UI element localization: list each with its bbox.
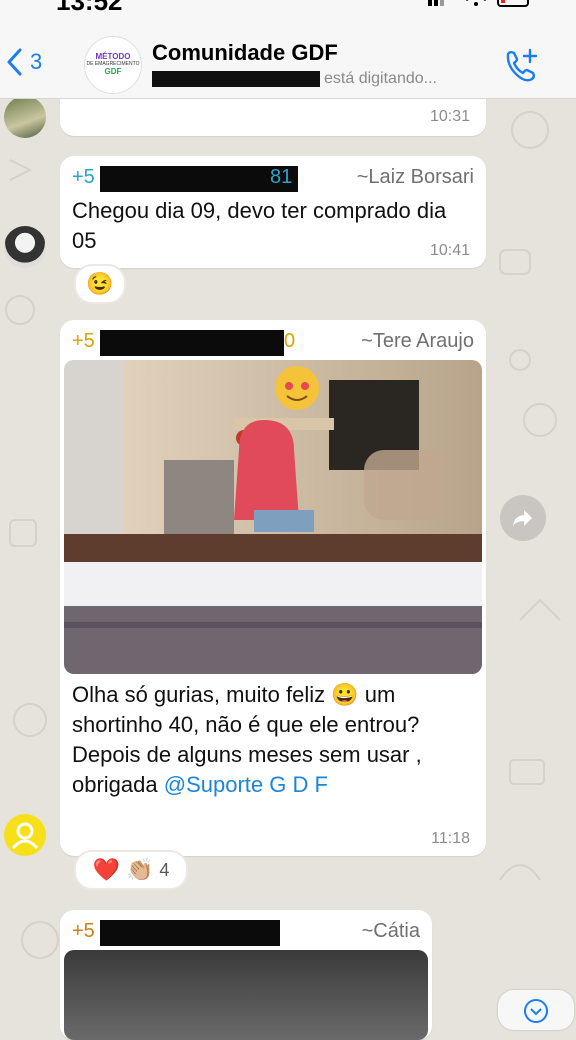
reaction-count: 4: [159, 859, 170, 880]
message-time: 10:41: [429, 242, 470, 259]
mention-link[interactable]: @Suporte G D F: [164, 772, 328, 797]
message-time: 10:31: [429, 108, 470, 125]
phone-plus-icon: [506, 48, 538, 82]
avatar-line-3: GDF: [104, 66, 122, 76]
status-icons: [428, 0, 529, 7]
chat-header: 3 MÉTODO DE EMAGRECIMENTO GDF Comunidade…: [0, 14, 576, 99]
photo-attachment[interactable]: [64, 950, 428, 1040]
redacted-phone: [100, 166, 298, 192]
photo-attachment[interactable]: [64, 360, 482, 674]
sender-avatar[interactable]: [4, 814, 46, 856]
sender-phone-prefix: +5: [72, 166, 95, 188]
reaction-badge[interactable]: ❤️ 👏🏼 4: [74, 850, 188, 890]
redacted-phone: [100, 920, 280, 946]
sender-avatar[interactable]: [4, 226, 46, 268]
redacted-phone: [100, 330, 284, 356]
sender-line: +5 81 ~Laiz Borsari: [72, 166, 474, 192]
wink-emoji-icon: 😉: [86, 271, 114, 296]
status-bar: 13:52: [0, 0, 576, 16]
sender-phone-prefix: +5: [72, 920, 95, 942]
sender-alias[interactable]: ~Tere Araujo: [361, 330, 474, 353]
forward-button[interactable]: [500, 495, 546, 541]
typing-status: está digitando...: [324, 70, 437, 87]
chevron-left-icon: [7, 48, 22, 76]
chevron-down-icon: [524, 999, 548, 1023]
message-text: Olha só gurias, muito feliz 😀 um shortin…: [72, 680, 470, 800]
forward-icon: [513, 510, 532, 526]
status-time: 13:52: [56, 0, 123, 16]
message-bubble[interactable]: +5 ~Cátia: [60, 910, 432, 1040]
sender-avatar[interactable]: [4, 96, 46, 138]
clap-emoji-icon: 👏🏼: [125, 857, 154, 882]
sender-phone-suffix: 81: [270, 166, 293, 188]
scroll-down-button[interactable]: [498, 990, 574, 1030]
chat-subtitle: está digitando...: [152, 70, 437, 88]
group-avatar[interactable]: MÉTODO DE EMAGRECIMENTO GDF: [84, 36, 142, 94]
redacted-name: [152, 70, 320, 87]
sender-line: +5 ~Cátia: [72, 920, 420, 946]
sender-line: +5 0 ~Tere Araujo: [72, 330, 474, 356]
heart-emoji-icon: ❤️: [92, 857, 120, 882]
message-text: Chegou dia 09, devo ter comprado dia 05: [72, 198, 447, 253]
reaction-badge[interactable]: 😉: [74, 264, 126, 304]
sender-phone-prefix: +5: [72, 330, 95, 352]
sender-alias[interactable]: ~Laiz Borsari: [357, 166, 474, 189]
chat-title[interactable]: Comunidade GDF: [152, 40, 338, 66]
unread-count: 3: [30, 49, 43, 74]
sender-phone-suffix: 0: [284, 330, 296, 352]
message-time: 11:18: [431, 830, 470, 847]
back-button[interactable]: 3: [6, 44, 56, 80]
user-icon: [11, 822, 39, 850]
sender-alias[interactable]: ~Cátia: [362, 920, 420, 943]
message-bubble[interactable]: +5 0 ~Tere Araujo Olha só gurias, muito …: [60, 320, 486, 856]
message-bubble[interactable]: +5 81 ~Laiz Borsari Chegou dia 09, devo …: [60, 156, 486, 268]
add-call-button[interactable]: [500, 46, 540, 86]
